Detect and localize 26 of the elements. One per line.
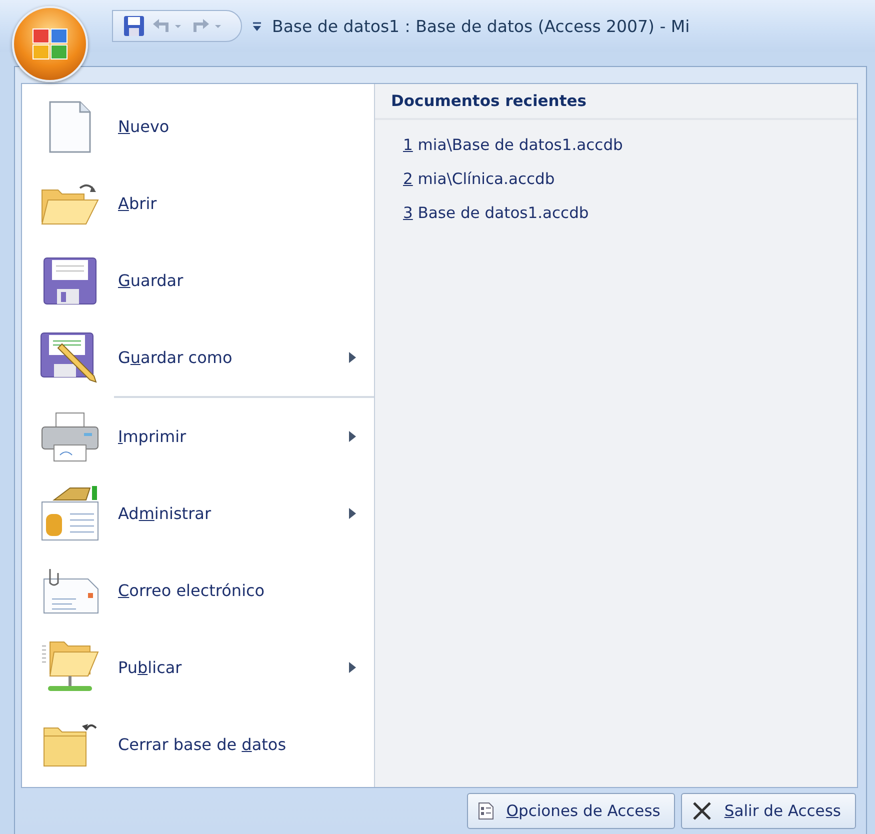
- recent-document-link[interactable]: 3 Base de datos1.accdb: [375, 196, 589, 230]
- menu-item[interactable]: Publicar: [22, 629, 374, 706]
- options-button[interactable]: Opciones de Access: [467, 793, 676, 829]
- menu-item[interactable]: Correo electrónico: [22, 552, 374, 629]
- save-icon[interactable]: [123, 15, 145, 37]
- window-title: Base de datos1 : Base de datos (Access 2007) - Mi: [272, 16, 690, 36]
- menu-item[interactable]: Cerrar base de datos: [22, 706, 374, 783]
- menu-item[interactable]: Guardar como: [22, 319, 374, 396]
- printer-icon: [40, 410, 100, 462]
- close-icon: [692, 802, 712, 820]
- menu-item[interactable]: Administrar: [22, 475, 374, 552]
- folder-icon: [42, 722, 98, 768]
- recent-document-link[interactable]: 2 mia\Clínica.accdb: [375, 162, 555, 196]
- blank-page-icon: [48, 100, 92, 154]
- menu-item[interactable]: Imprimir: [22, 398, 374, 475]
- recent-documents-heading: Documentos recientes: [375, 92, 857, 120]
- exit-button[interactable]: Salir de Access: [681, 793, 856, 829]
- menu-item[interactable]: Guardar: [22, 242, 374, 319]
- customize-dropdown-icon[interactable]: [252, 20, 262, 32]
- database-document-icon: [40, 486, 100, 542]
- document-list-icon: [478, 802, 494, 820]
- floppy-pencil-icon: [40, 332, 100, 384]
- menu-item[interactable]: Nuevo: [22, 88, 374, 165]
- open-folder-icon: [40, 182, 100, 226]
- recent-document-link[interactable]: 1 mia\Base de datos1.accdb: [375, 128, 623, 162]
- menu-item[interactable]: Abrir: [22, 165, 374, 242]
